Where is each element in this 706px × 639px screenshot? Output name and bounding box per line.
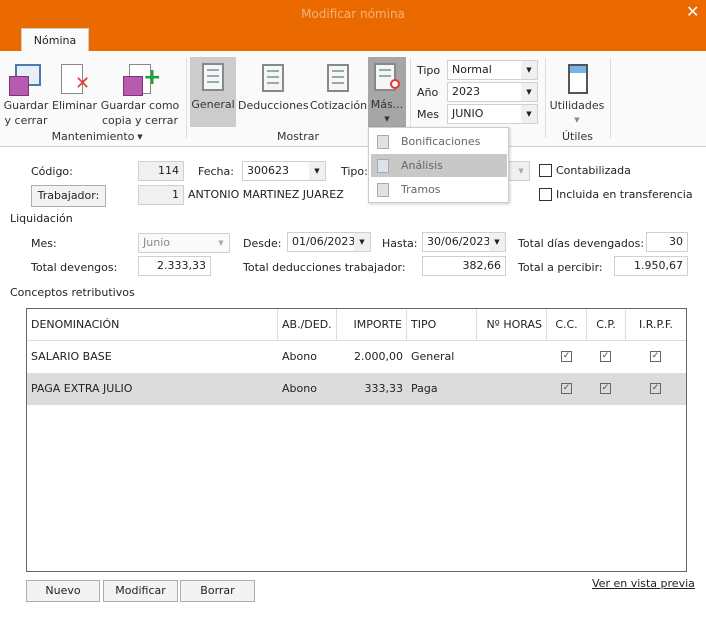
delete-button[interactable]: ✕ Eliminar [52,58,97,113]
chevron-down-icon: ▼ [309,162,325,180]
calculator-icon [560,62,594,96]
cell-horas [477,341,547,373]
cc-checkbox[interactable]: ✓ [561,351,572,362]
irpf-checkbox[interactable]: ✓ [650,383,661,394]
menu-item-bonificaciones[interactable]: Bonificaciones [371,130,507,153]
chevron-down-icon: ▼ [384,115,390,123]
table-row[interactable]: SALARIO BASE Abono 2.000,00 General ✓ ✓ ✓ [27,341,686,373]
cell-horas [477,373,547,405]
document-icon [321,62,355,96]
cell-tipo: Paga [411,382,438,395]
chevron-down-icon: ▼ [521,105,537,123]
cc-checkbox[interactable]: ✓ [561,383,572,394]
anio-select[interactable]: 2023 ▼ [447,82,538,102]
mes-select[interactable]: JUNIO ▼ [447,104,538,124]
divider [186,58,187,138]
conceptos-table: DENOMINACIÓN AB./DED. IMPORTE TIPO Nº HO… [26,308,687,572]
menu-item-analisis[interactable]: Análisis [371,154,507,177]
cell-tipo: General [411,350,455,363]
section-title: Liquidación [10,212,73,225]
fecha-select[interactable]: 300623 ▼ [242,161,326,181]
utilidades-button[interactable]: Utilidades ▼ [549,58,605,128]
save-close-button[interactable]: Guardar y cerrar [2,58,50,128]
percibir-field[interactable]: 1.950,67 [614,256,688,276]
irpf-checkbox[interactable]: ✓ [650,351,661,362]
desde-date[interactable]: 01/06/2023 ▼ [287,232,371,252]
cp-checkbox[interactable]: ✓ [600,383,611,394]
close-icon[interactable]: ✕ [686,2,699,21]
cell-abded: Abono [282,382,317,395]
chevron-down-icon: ▼ [521,61,537,79]
table-row[interactable]: PAGA EXTRA JULIO Abono 333,33 Paga ✓ ✓ ✓ [27,373,686,405]
chevron-down-icon: ▼ [574,116,580,124]
magnifier-icon [377,159,389,173]
general-button[interactable]: General [190,57,236,127]
chevron-down-icon: ▼ [521,83,537,101]
trabajador-id-field[interactable]: 1 [138,185,184,205]
trabajador-name: ANTONIO MARTINEZ JUAREZ [188,188,344,201]
cell-abded: Abono [282,350,317,363]
divider [545,58,546,138]
cell-importe: 333,33 [364,382,404,395]
dias-field[interactable]: 30 [646,232,688,252]
nuevo-button[interactable]: Nuevo [26,580,100,602]
modificar-button[interactable]: Modificar [103,580,178,602]
cell-denominacion: SALARIO BASE [31,350,112,363]
section-title: Conceptos retributivos [10,286,135,299]
cotizacion-button[interactable]: Cotización [310,58,367,113]
mas-button[interactable]: Más... ▼ [368,57,406,127]
mas-dropdown-menu: Bonificaciones Análisis Tramos [368,127,509,203]
codigo-field[interactable]: 114 [138,161,184,181]
tab-nomina[interactable]: Nómina [21,28,89,52]
delete-icon: ✕ [57,62,91,96]
chevron-down-icon: ▼ [213,234,229,252]
cell-denominacion: PAGA EXTRA JULIO [31,382,133,395]
window-title: Modificar nómina [301,7,405,21]
save-copy-icon: + [123,62,161,96]
certificate-icon [370,61,404,95]
divider [610,58,611,138]
divider [410,58,411,138]
tipo-select[interactable]: Normal ▼ [447,60,538,80]
chevron-down-icon: ▼ [489,233,505,251]
cell-importe: 2.000,00 [354,350,403,363]
menu-item-tramos[interactable]: Tramos [371,178,507,201]
vista-previa-link[interactable]: Ver en vista previa [592,577,695,590]
chevron-down-icon: ▼ [513,162,529,180]
borrar-button[interactable]: Borrar [180,580,255,602]
layers-icon [377,183,389,197]
cp-checkbox[interactable]: ✓ [600,351,611,362]
trabajador-button[interactable]: Trabajador: [31,185,106,207]
liq-mes-select[interactable]: Junio ▼ [138,233,230,253]
contabilizada-checkbox[interactable] [539,164,552,177]
deducciones-button[interactable]: Deducciones [238,58,309,113]
document-icon [256,62,290,96]
chevron-down-icon: ▼ [354,233,370,251]
devengos-field[interactable]: 2.333,33 [138,256,211,276]
hasta-date[interactable]: 30/06/2023 ▼ [422,232,506,252]
deducciones-field[interactable]: 382,66 [422,256,506,276]
table-header: DENOMINACIÓN AB./DED. IMPORTE TIPO Nº HO… [27,309,686,341]
document-icon [196,61,230,95]
save-icon [9,62,43,96]
certificate-icon [377,135,389,149]
incluida-checkbox[interactable] [539,188,552,201]
